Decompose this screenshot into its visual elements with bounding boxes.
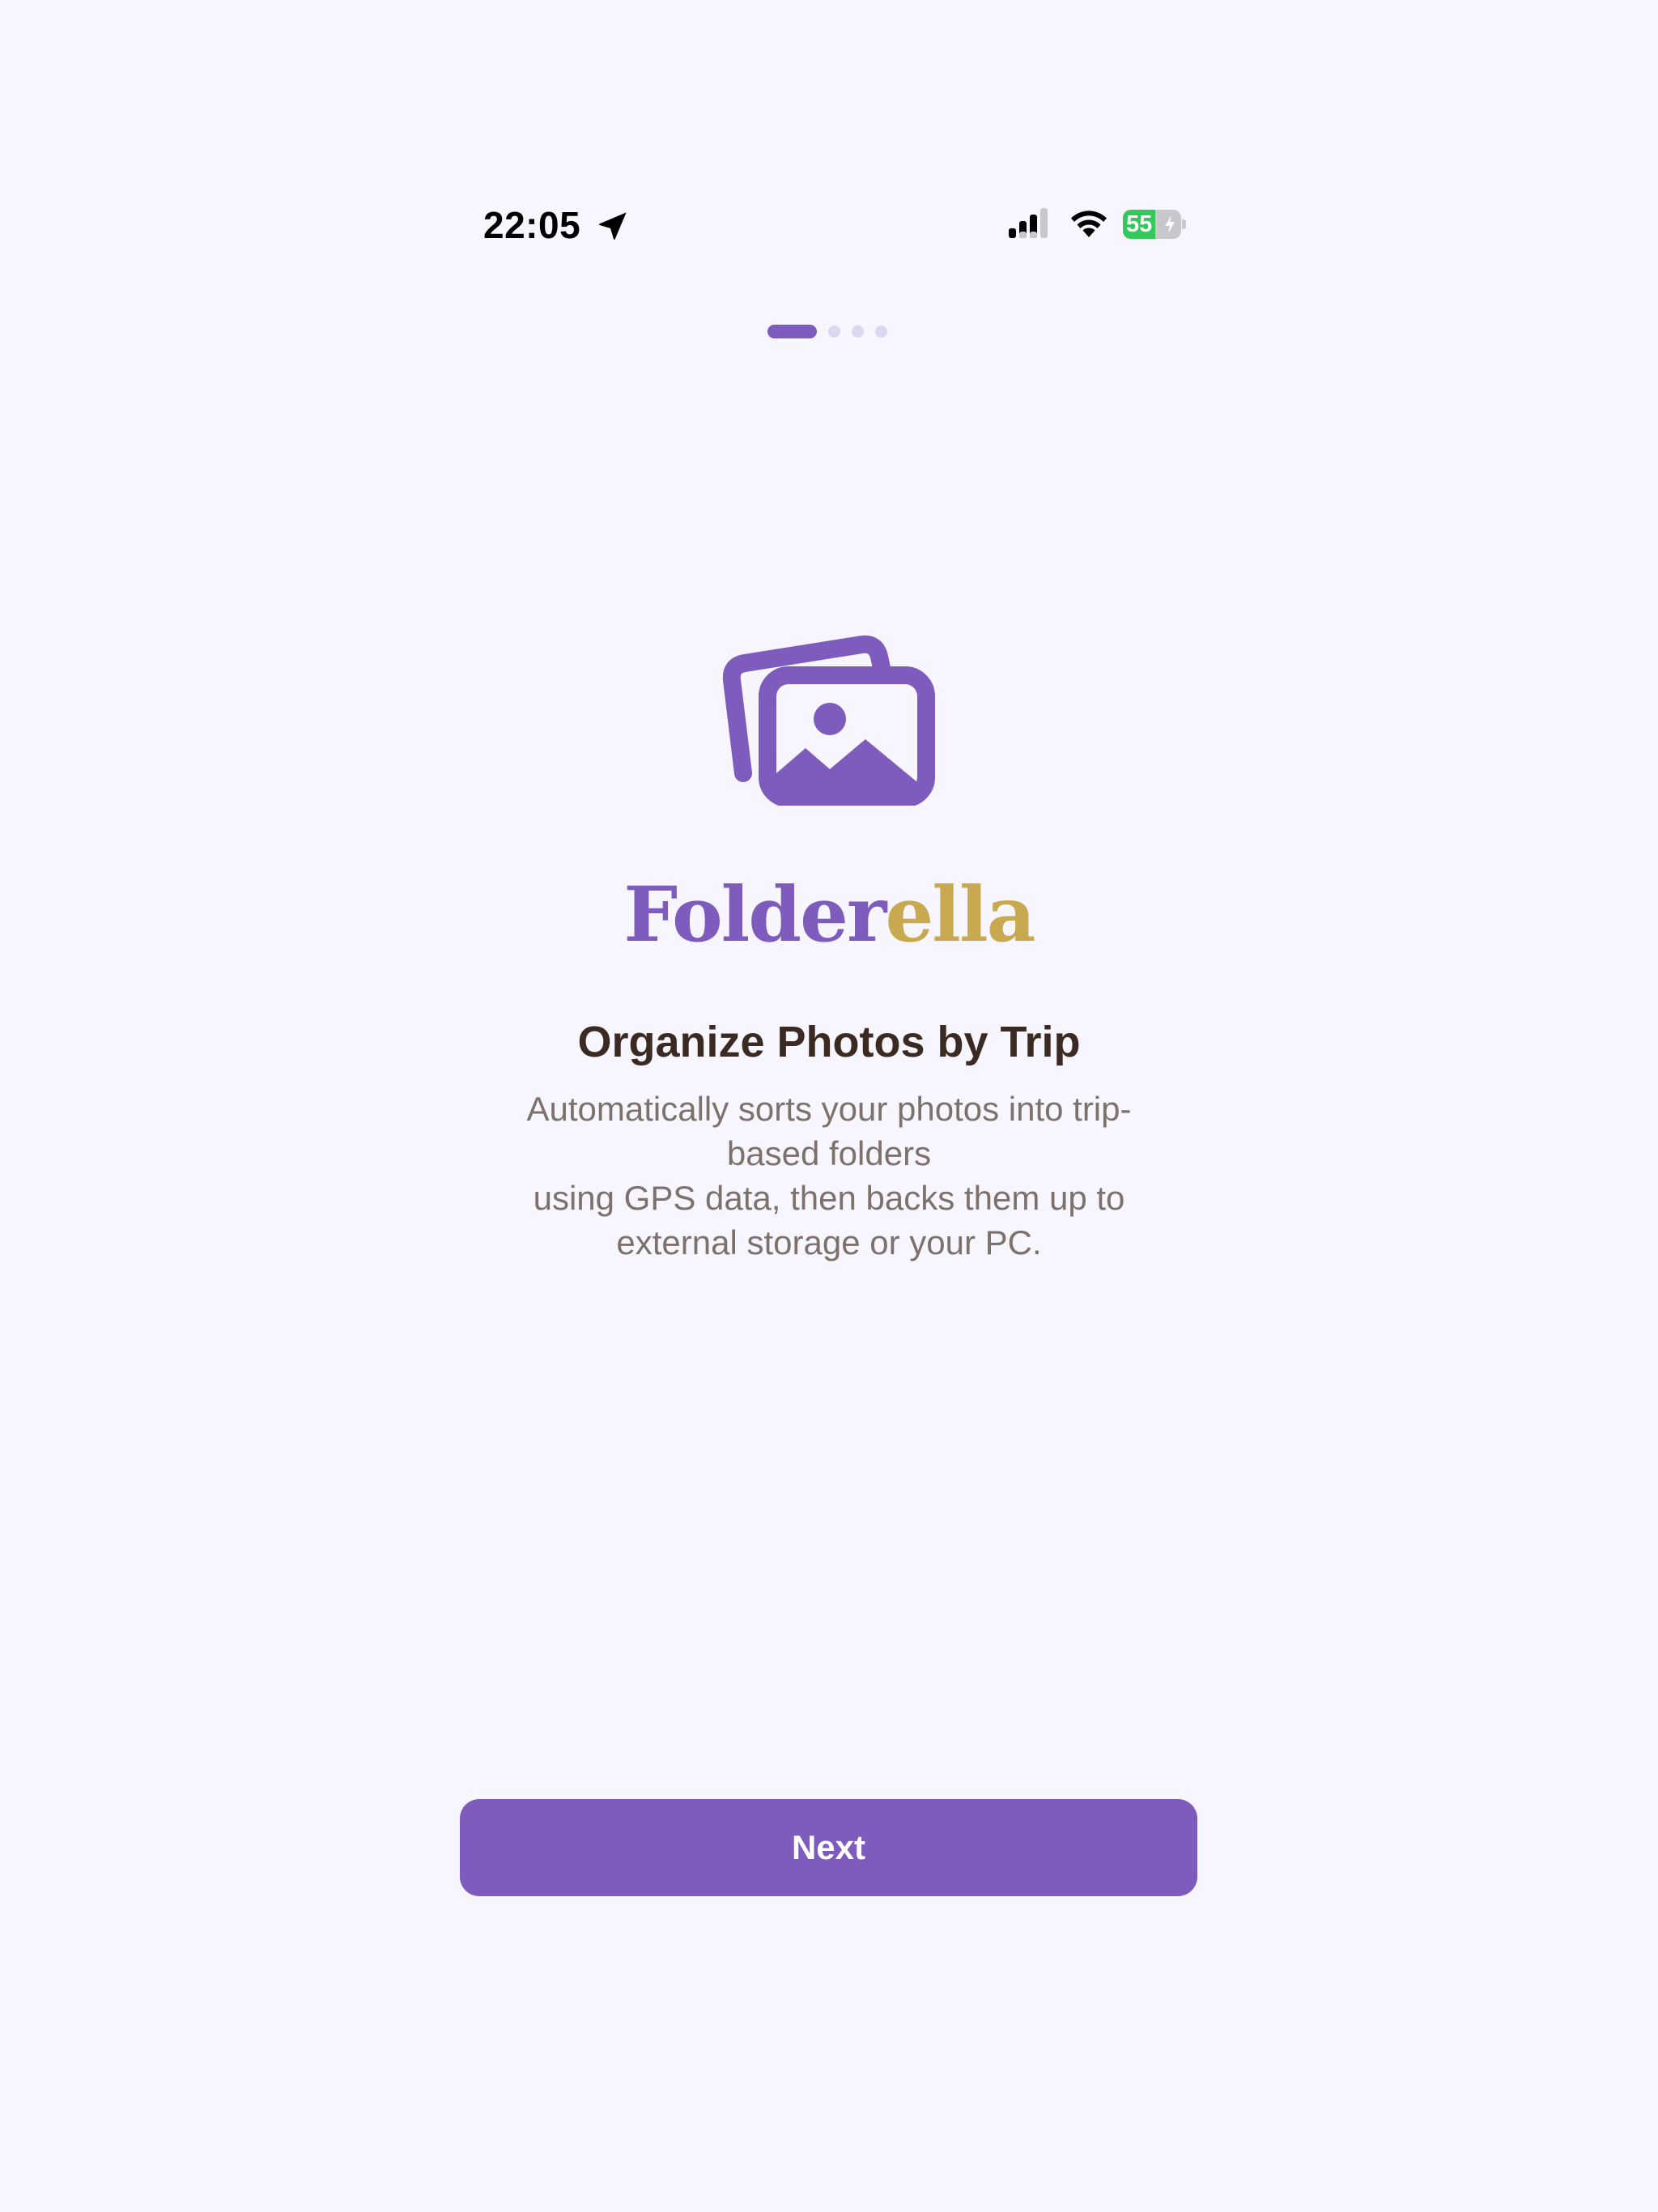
onboarding-screen: 22:05 55 Folderella Organize Photos by T… bbox=[0, 0, 1658, 2212]
page-dot-active[interactable] bbox=[767, 324, 817, 338]
page-dot[interactable] bbox=[828, 325, 840, 338]
charging-bolt-icon bbox=[1165, 215, 1175, 233]
description-line: based folders bbox=[726, 1134, 932, 1172]
logo-text-primary: Folder bbox=[623, 870, 886, 959]
location-arrow-icon bbox=[598, 212, 627, 240]
battery-charging-icon: 55 bbox=[1123, 210, 1186, 239]
logo-text-secondary: ella bbox=[885, 870, 1035, 959]
next-button[interactable]: Next bbox=[460, 1799, 1197, 1896]
status-time: 22:05 bbox=[483, 204, 581, 246]
battery-shell: 55 bbox=[1123, 210, 1181, 239]
description-line: Automatically sorts your photos into tri… bbox=[526, 1090, 1132, 1128]
cellular-signal-icon bbox=[1009, 208, 1048, 238]
page-indicator[interactable] bbox=[767, 324, 887, 338]
description-line: using GPS data, then backs them up to bbox=[533, 1179, 1125, 1217]
page-title: Organize Photos by Trip bbox=[577, 1018, 1081, 1066]
description-line: external storage or your PC. bbox=[616, 1223, 1042, 1261]
photos-stack-icon bbox=[722, 635, 935, 806]
description: Automatically sorts your photos into tri… bbox=[473, 1087, 1185, 1265]
page-dot[interactable] bbox=[852, 325, 864, 338]
app-logo: Folderella bbox=[0, 866, 1658, 963]
battery-nub bbox=[1182, 219, 1186, 229]
wifi-icon bbox=[1071, 211, 1107, 237]
page-dot[interactable] bbox=[875, 325, 887, 338]
battery-percent: 55 bbox=[1126, 211, 1153, 237]
